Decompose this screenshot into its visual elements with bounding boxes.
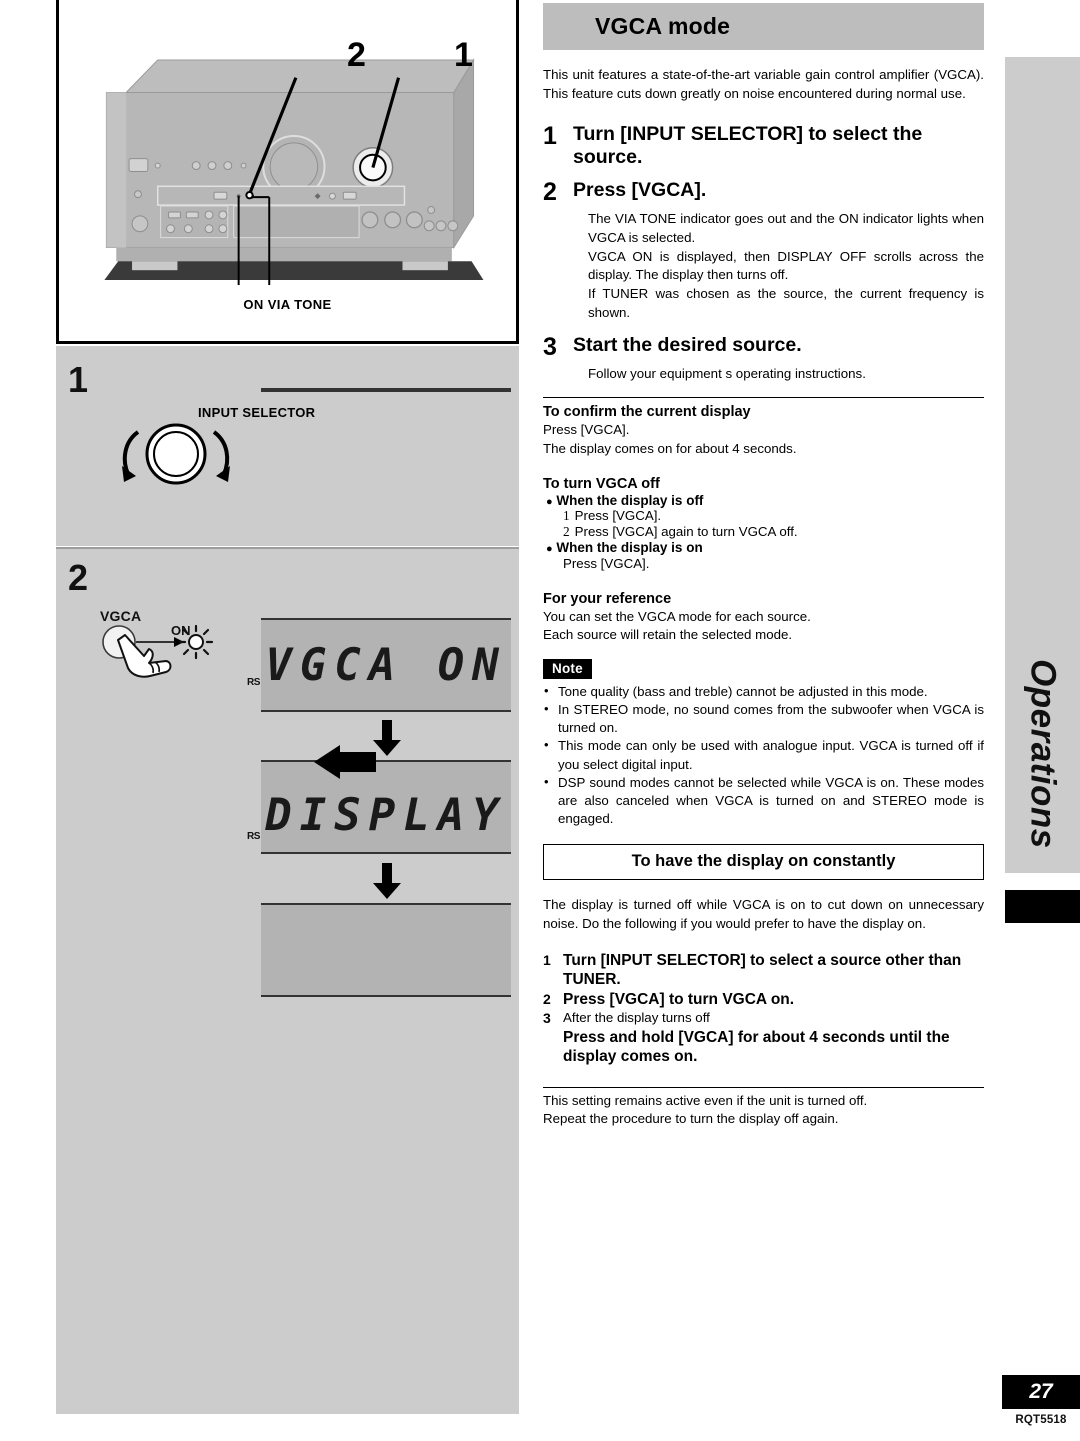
vgca-button-label: VGCA (100, 608, 142, 624)
note-badge: Note (543, 658, 592, 679)
side-tab-marker-black (1005, 890, 1080, 923)
step-2-body-line-3: If TUNER was chosen as the source, the c… (588, 285, 984, 320)
dc-step-3-action-text: Press and hold [VGCA] for about 4 second… (563, 1029, 950, 1066)
turnoff-group-off-text: When the display is off (556, 492, 704, 508)
right-content-column: This unit features a state-of-the-art va… (543, 66, 984, 1128)
turnoff-item-1: 1 Press [VGCA]. (543, 508, 984, 524)
note-list: Tone quality (bass and treble) cannot be… (543, 682, 984, 829)
step-3: 3 Start the desired source. (543, 333, 984, 362)
turnoff-item-1-text: Press [VGCA]. (574, 507, 662, 523)
footer-note-line-1: This setting remains active even if the … (543, 1093, 868, 1109)
framed-subsection-title: To have the display on constantly (543, 844, 984, 881)
step-3-body-line-1: Follow your equipment s operating instru… (588, 366, 866, 382)
confirm-heading: To confirm the current display (543, 404, 751, 421)
note-item: This mode can only be used with analogue… (543, 736, 984, 773)
divider-rule-1 (543, 397, 984, 399)
turnoff-item-2: 2 Press [VGCA] again to turn VGCA off. (543, 524, 984, 540)
intro-paragraph: This unit features a state-of-the-art va… (543, 67, 984, 101)
turnoff-item-1-index: 1 (563, 507, 570, 523)
left-step-1-number: 1 (68, 359, 89, 400)
dc-step-2-text: Press [VGCA] to turn VGCA on. (563, 990, 795, 1008)
arrow-left-scroll-icon (314, 745, 376, 779)
callout-number-1: 1 (454, 36, 473, 74)
step-2-body-line-1: The VIA TONE indicator goes out and the … (588, 211, 984, 246)
lcd-2-text: DISPLAY (265, 790, 507, 841)
note-section: Note Tone quality (bass and treble) cann… (543, 658, 984, 829)
step-2: 2 Press [VGCA]. (543, 178, 984, 207)
receiver-illustration-box: 2 1 ON VIA TONE (56, 0, 519, 344)
lcd-1-side-label: RS (247, 677, 260, 688)
note-item: DSP sound modes cannot be selected while… (543, 773, 984, 829)
manual-page: 2 1 ON VIA TONE 1 INPUT SELECTOR 2 VGCA … (0, 0, 1080, 1441)
step-2-body-line-2: VGCA ON is displayed, then DISPLAY OFF s… (588, 248, 984, 283)
step-2-number: 2 (543, 178, 557, 207)
note-item: In STEREO mode, no sound comes from the … (543, 700, 984, 737)
turnoff-item-2-index: 2 (563, 523, 570, 539)
dc-step-3-number: 3 (543, 1010, 551, 1027)
dc-step-1: 1 Turn [INPUT SELECTOR] to select a sour… (543, 952, 984, 990)
note-item: Tone quality (bass and treble) cannot be… (543, 682, 984, 701)
page-number-badge: 27 (1002, 1375, 1080, 1409)
step-3-number: 3 (543, 333, 557, 362)
arrow-down-icon-2 (373, 863, 401, 899)
lcd-2-side-label: RS (247, 831, 260, 842)
turnoff-item-2-text: Press [VGCA] again to turn VGCA off. (574, 523, 798, 539)
left-step-2-number: 2 (68, 557, 89, 598)
lcd-1-text: VGCA ON (265, 640, 507, 691)
lcd-display-3-blank (261, 903, 511, 997)
panel-divider (56, 546, 519, 549)
dc-step-3: 3 After the display turns off (543, 1010, 984, 1027)
reference-line-1: You can set the VGCA mode for each sourc… (543, 608, 811, 624)
receiver-front-panel-drawing (104, 58, 484, 285)
indicator-labels: ON VIA TONE (243, 297, 332, 312)
dc-step-3-text: After the display turns off (563, 1010, 710, 1026)
step-1-heading: Turn [INPUT SELECTOR] to select the sour… (573, 123, 923, 169)
rotary-knob-icon (122, 423, 230, 485)
finger-press-vgca-icon (102, 624, 214, 678)
step-2-body: The VIA TONE indicator goes out and the … (588, 210, 984, 322)
lcd-display-1: RS VGCA ON (247, 618, 511, 712)
step-2-heading: Press [VGCA]. (573, 179, 707, 202)
page-title: VGCA mode (595, 13, 731, 39)
subsection-confirm-display: To confirm the current display Press [VG… (543, 404, 984, 457)
step-3-body: Follow your equipment s operating instru… (588, 365, 984, 383)
lcd-display-2: RS DISPLAY (247, 760, 511, 854)
side-tab-label: Operations (1023, 659, 1063, 849)
subsection-reference: For your reference You can set the VGCA … (543, 591, 984, 644)
turnoff-group-off-label: ● When the display is off (543, 493, 984, 508)
dc-step-2: 2 Press [VGCA] to turn VGCA on. (543, 991, 984, 1010)
confirm-line-1: Press [VGCA]. (543, 422, 630, 438)
confirm-line-2: The display comes on for about 4 seconds… (543, 440, 797, 456)
section-header: VGCA mode (543, 3, 984, 50)
divider-rule-2 (543, 1087, 984, 1089)
callout-number-2: 2 (347, 36, 366, 74)
display-constant-intro: The display is turned off while VGCA is … (543, 897, 984, 932)
turnoff-heading: To turn VGCA off (543, 475, 660, 492)
step-3-heading: Start the desired source. (573, 334, 802, 357)
side-tab-label-wrap: Operations (1005, 57, 1080, 873)
turnoff-group-on-text: When the display is on (556, 539, 703, 555)
step-1: 1 Turn [INPUT SELECTOR] to select the so… (543, 123, 984, 169)
footer-note-line-2: Repeat the procedure to turn the display… (543, 1111, 839, 1127)
dc-step-2-number: 2 (543, 990, 551, 1007)
subsection-turn-vgca-off: To turn VGCA off ● When the display is o… (543, 476, 984, 573)
bullet-dot-icon-2: ● (546, 542, 553, 555)
document-code: RQT5518 (1015, 1414, 1067, 1426)
dc-step-1-text: Turn [INPUT SELECTOR] to select a source… (563, 951, 962, 988)
dc-step-1-number: 1 (543, 951, 551, 968)
turnoff-group-on-label: ● When the display is on (543, 540, 984, 555)
reference-line-2: Each source will retain the selected mod… (543, 626, 793, 642)
left-steps-panel: 1 INPUT SELECTOR 2 VGCA ON RS VGCA ON RS… (56, 346, 519, 1414)
side-tab-operations[interactable]: Operations (1005, 57, 1080, 873)
display-constant-steps: 1 Turn [INPUT SELECTOR] to select a sour… (543, 952, 984, 1068)
bullet-dot-icon: ● (546, 495, 553, 508)
turnoff-group-on-action: Press [VGCA]. (563, 555, 650, 571)
dc-step-3-action: Press and hold [VGCA] for about 4 second… (543, 1029, 984, 1067)
reference-heading: For your reference (543, 590, 672, 607)
step-1-number: 1 (543, 122, 557, 151)
